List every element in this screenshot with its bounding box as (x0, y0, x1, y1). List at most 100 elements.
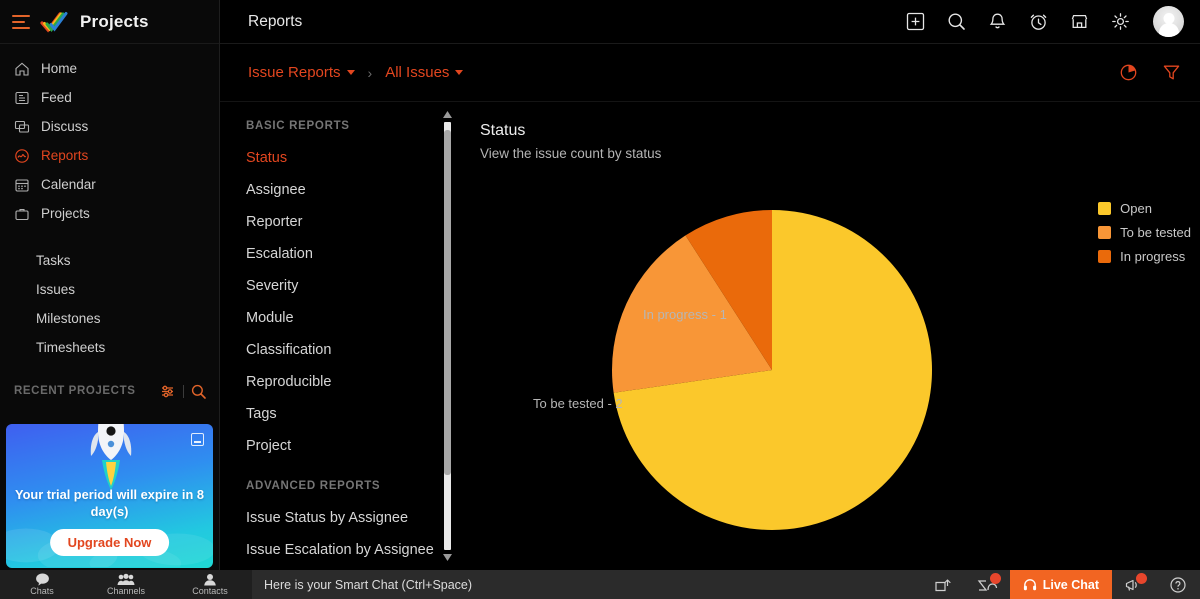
sidebar-subitem-milestones[interactable]: Milestones (0, 304, 219, 333)
breadcrumb-item-issue-reports[interactable]: Issue Reports (248, 64, 355, 81)
sidebar-subitem-timesheets[interactable]: Timesheets (0, 333, 219, 362)
pie-chart-svg[interactable] (463, 102, 1200, 570)
search-icon[interactable] (946, 11, 967, 32)
upgrade-now-button[interactable]: Upgrade Now (50, 529, 170, 556)
zoho-projects-checkmark-logo (40, 10, 70, 34)
report-item-issue-escalation-by-assignee[interactable]: Issue Escalation by Assignee (220, 534, 463, 566)
report-group-title-basic: BASIC REPORTS (220, 102, 463, 142)
report-item-issue-status-by-assignee[interactable]: Issue Status by Assignee (220, 502, 463, 534)
breadcrumb-item-all-issues[interactable]: All Issues (385, 64, 463, 81)
page-title: Reports (220, 13, 905, 31)
smart-chat-hint[interactable]: Here is your Smart Chat (Ctrl+Space) (252, 570, 922, 599)
report-item-module[interactable]: Module (220, 302, 463, 334)
bell-notification-icon[interactable] (987, 11, 1008, 32)
sidebar-item-discuss[interactable]: Discuss (0, 112, 219, 141)
legend-swatch (1098, 250, 1111, 263)
user-avatar[interactable] (1153, 6, 1184, 37)
calendar-icon (14, 177, 30, 193)
pie-label-to-be-tested: To be tested - 2 (533, 396, 623, 411)
report-item-assignee[interactable]: Assignee (220, 174, 463, 206)
chart-legend: Open To be tested In progress (1098, 196, 1191, 268)
rocket-illustration (88, 424, 134, 490)
bottom-tab-channels[interactable]: Channels (84, 570, 168, 599)
projects-icon (14, 206, 30, 222)
bottom-status-bar: Chats Channels Contacts Here is your Sma… (0, 570, 1200, 599)
bottom-tab-label: Chats (30, 586, 54, 597)
report-item-tags[interactable]: Tags (220, 398, 463, 430)
filter-funnel-icon[interactable] (1161, 62, 1182, 83)
sidebar-item-label: Projects (41, 206, 90, 221)
pie-chart: In progress - 1 To be tested - 2 Open - … (463, 102, 1200, 570)
hamburger-menu-icon[interactable] (12, 15, 30, 29)
sidebar-subitem-issues[interactable]: Issues (0, 275, 219, 304)
legend-swatch (1098, 226, 1111, 239)
scroll-up-arrow-icon[interactable] (442, 110, 453, 119)
sidebar-item-feed[interactable]: Feed (0, 83, 219, 112)
report-list-panel: BASIC REPORTS Status Assignee Reporter E… (220, 102, 463, 570)
report-list-scrollbar[interactable] (442, 110, 453, 562)
report-group-title-advanced: ADVANCED REPORTS (220, 462, 463, 502)
top-bar: Reports (220, 0, 1200, 44)
search-icon[interactable] (190, 383, 207, 400)
sidebar-item-projects[interactable]: Projects (0, 199, 219, 228)
home-icon (14, 61, 30, 77)
discuss-icon (14, 119, 30, 135)
marketplace-store-icon[interactable] (1069, 11, 1090, 32)
recent-projects-header: RECENT PROJECTS (0, 378, 219, 404)
report-item-escalation[interactable]: Escalation (220, 238, 463, 270)
sidebar-item-home[interactable]: Home (0, 54, 219, 83)
breadcrumb-separator: › (368, 65, 373, 81)
chart-panel: Status View the issue count by status In… (463, 102, 1200, 570)
legend-item-to-be-tested[interactable]: To be tested (1098, 220, 1191, 244)
report-item-severity[interactable]: Severity (220, 270, 463, 302)
report-item-classification[interactable]: Classification (220, 334, 463, 366)
feed-icon (14, 90, 30, 106)
legend-label: In progress (1120, 249, 1185, 264)
left-sidebar: Projects Home Feed Discuss Reports Calen… (0, 0, 220, 570)
channels-group-icon (117, 573, 135, 586)
share-screen-icon[interactable] (922, 570, 966, 599)
sliders-filter-icon[interactable] (160, 383, 177, 400)
report-item-status[interactable]: Status (220, 142, 463, 174)
timer-icon[interactable] (1028, 11, 1049, 32)
legend-label: To be tested (1120, 225, 1191, 240)
live-chat-label: Live Chat (1043, 578, 1099, 592)
sidebar-item-calendar[interactable]: Calendar (0, 170, 219, 199)
sidebar-item-label: Discuss (41, 119, 88, 134)
sidebar-subitem-tasks[interactable]: Tasks (0, 246, 219, 275)
app-window: Projects Home Feed Discuss Reports Calen… (0, 0, 1200, 599)
top-bar-icons (905, 6, 1200, 37)
legend-item-open[interactable]: Open (1098, 196, 1191, 220)
sidebar-item-label: Calendar (41, 177, 96, 192)
add-box-icon[interactable] (905, 11, 926, 32)
sidebar-item-label: Feed (41, 90, 72, 105)
trial-banner: Your trial period will expire in 8 day(s… (6, 424, 213, 568)
bottom-tab-contacts[interactable]: Contacts (168, 570, 252, 599)
chevron-down-icon (455, 70, 463, 75)
scrollbar-thumb[interactable] (444, 130, 451, 475)
headset-icon (1023, 578, 1037, 592)
zoho-meeting-icon[interactable] (966, 570, 1010, 599)
minimize-icon[interactable] (191, 433, 204, 446)
report-item-reproducible[interactable]: Reproducible (220, 366, 463, 398)
bottom-tab-chats[interactable]: Chats (0, 570, 84, 599)
sidebar-item-reports[interactable]: Reports (0, 141, 219, 170)
recent-projects-label: RECENT PROJECTS (14, 385, 154, 397)
legend-item-in-progress[interactable]: In progress (1098, 244, 1191, 268)
gear-settings-icon[interactable] (1110, 11, 1131, 32)
bottom-tab-label: Channels (107, 586, 145, 597)
breadcrumb-label: All Issues (385, 64, 449, 81)
sidebar-header: Projects (0, 0, 219, 44)
breadcrumb-bar: Issue Reports › All Issues (220, 44, 1200, 102)
report-item-project[interactable]: Project (220, 430, 463, 462)
report-item-reporter[interactable]: Reporter (220, 206, 463, 238)
help-question-icon[interactable] (1156, 570, 1200, 599)
chat-tabs: Chats Channels Contacts (0, 570, 252, 599)
reports-icon (14, 148, 30, 164)
scroll-down-arrow-icon[interactable] (442, 553, 453, 562)
pie-chart-type-icon[interactable] (1118, 62, 1139, 83)
live-chat-button[interactable]: Live Chat (1010, 570, 1112, 599)
breadcrumb-label: Issue Reports (248, 64, 341, 81)
announcement-megaphone-icon[interactable] (1112, 570, 1156, 599)
legend-swatch (1098, 202, 1111, 215)
